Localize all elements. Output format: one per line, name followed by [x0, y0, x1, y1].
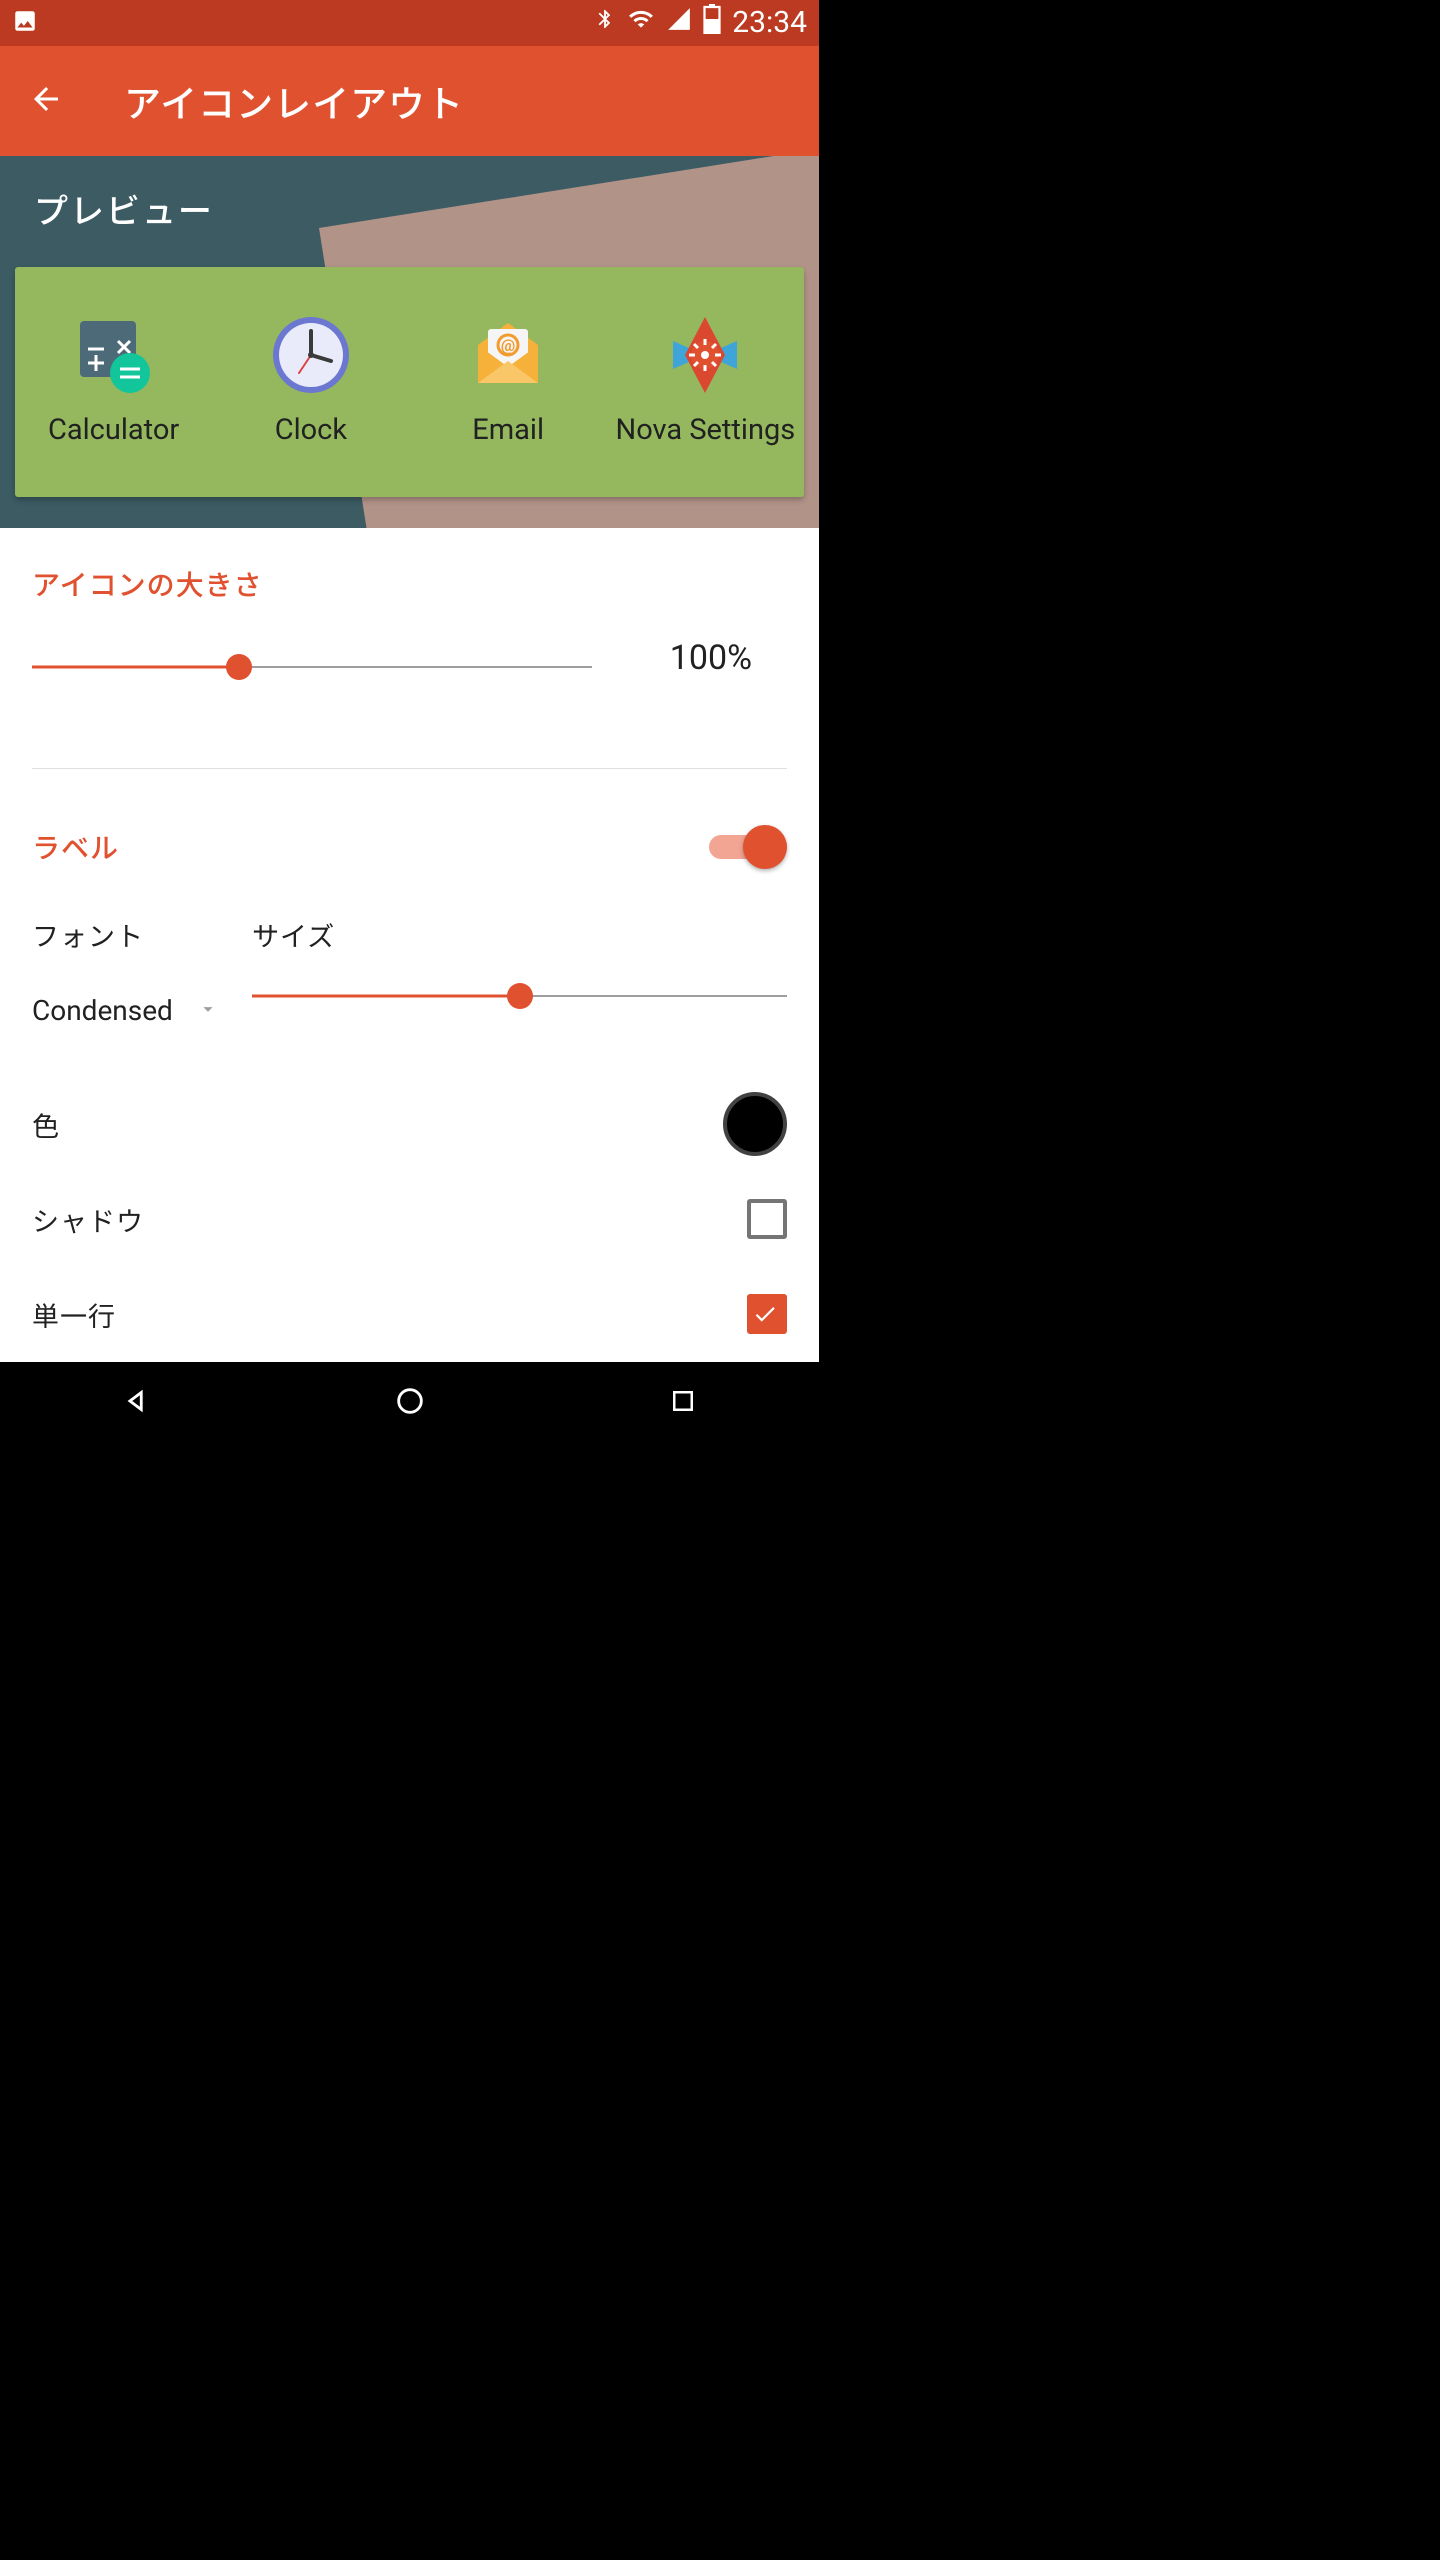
battery-icon: 23 [702, 4, 722, 41]
color-row[interactable]: 色 [32, 1077, 787, 1172]
font-dropdown[interactable]: Condensed [32, 994, 252, 1027]
calculator-icon [70, 311, 158, 399]
single-line-checkbox[interactable] [747, 1294, 787, 1334]
font-column: フォント Condensed [32, 915, 252, 1027]
icon-size-slider[interactable] [32, 665, 592, 669]
preview-app-label: Email [472, 413, 544, 447]
icon-size-row: 100% [32, 656, 787, 678]
bluetooth-icon [594, 6, 616, 39]
status-right: 23 23:34 [594, 4, 807, 41]
single-line-label: 単一行 [32, 1295, 116, 1334]
nav-back-icon[interactable] [107, 1381, 167, 1421]
font-value: Condensed [32, 994, 173, 1027]
size-column: サイズ [252, 915, 787, 1027]
preview-card: Calculator Clock [15, 267, 804, 497]
label-size-slider[interactable] [252, 994, 787, 998]
status-left [12, 8, 38, 38]
nav-recent-icon[interactable] [653, 1381, 713, 1421]
screen: 23 23:34 アイコンレイアウト プレビュー [0, 0, 819, 1440]
settings-panel: アイコンの大きさ 100% ラベル フォント Condensed [0, 528, 819, 1362]
status-bar: 23 23:34 [0, 0, 819, 46]
color-label: 色 [32, 1105, 60, 1144]
svg-text:@: @ [501, 336, 515, 355]
size-heading: サイズ [252, 915, 787, 954]
clock-icon [267, 311, 355, 399]
preview-app-label: Nova Settings [616, 413, 796, 447]
dropdown-caret-icon [197, 994, 219, 1027]
preview-heading: プレビュー [34, 184, 214, 233]
section-title-icon-size: アイコンの大きさ [32, 564, 787, 604]
page-title: アイコンレイアウト [124, 74, 464, 128]
preview-app-label: Clock [275, 413, 347, 447]
label-toggle[interactable] [709, 825, 787, 869]
preview-app-calculator: Calculator [15, 311, 212, 447]
battery-level-text: 23 [702, 10, 722, 21]
preview-app-clock: Clock [212, 311, 409, 447]
color-swatch[interactable] [723, 1092, 787, 1156]
shadow-row[interactable]: シャドウ [32, 1172, 787, 1267]
divider [32, 768, 787, 769]
font-size-row: フォント Condensed サイズ [32, 915, 787, 1027]
navigation-bar [0, 1362, 819, 1440]
preview-app-label: Calculator [48, 413, 179, 447]
app-bar: アイコンレイアウト [0, 46, 819, 156]
image-icon [12, 8, 38, 38]
nav-home-icon[interactable] [380, 1381, 440, 1421]
preview-app-email: @ Email [410, 311, 607, 447]
section-title-label: ラベル [32, 827, 119, 867]
nova-settings-icon [661, 311, 749, 399]
icon-size-value: 100% [632, 638, 752, 678]
font-heading: フォント [32, 915, 252, 954]
shadow-checkbox[interactable] [747, 1199, 787, 1239]
preview-app-nova: Nova Settings [607, 311, 804, 447]
email-icon: @ [464, 311, 552, 399]
back-arrow-icon[interactable] [28, 81, 64, 121]
wifi-icon [626, 6, 656, 39]
label-section-header: ラベル [32, 825, 787, 869]
shadow-label: シャドウ [32, 1200, 144, 1239]
cell-signal-icon [666, 6, 692, 39]
single-line-row[interactable]: 単一行 [32, 1267, 787, 1362]
preview-area: プレビュー Calculator [0, 156, 819, 528]
status-time: 23:34 [732, 5, 807, 40]
